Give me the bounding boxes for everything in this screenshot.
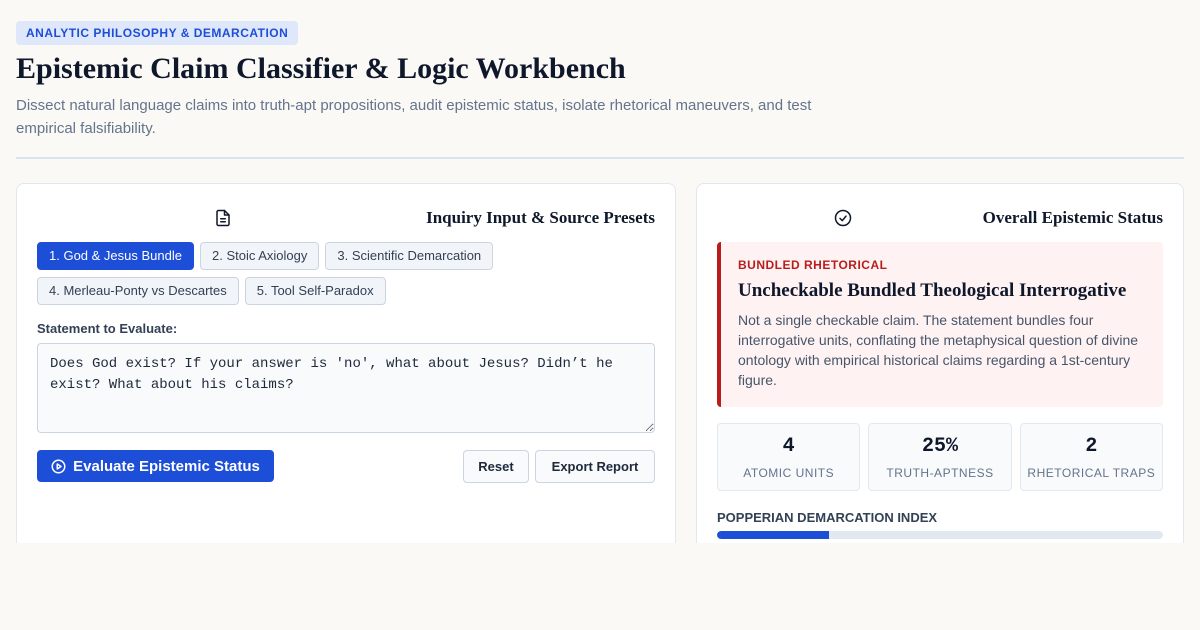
verdict-card: BUNDLED RHETORICAL Uncheckable Bundled T… <box>717 242 1163 407</box>
stat-rhetorical-traps: 2 RHETORICAL TRAPS <box>1019 423 1163 491</box>
preset-stoic-axiology[interactable]: 2. Stoic Axiology <box>199 242 320 270</box>
header-divider <box>16 157 1184 159</box>
input-panel: Inquiry Input & Source Presets 1. God & … <box>16 183 676 563</box>
evaluate-button[interactable]: Evaluate Epistemic Status <box>37 450 274 482</box>
stat-truth-aptness: 25% TRUTH-APTNESS <box>868 423 1012 491</box>
demarcation-index-bar <box>717 531 1163 539</box>
preset-scientific-demarcation[interactable]: 3. Scientific Demarcation <box>325 242 494 270</box>
verdict-kicker: BUNDLED RHETORICAL <box>738 258 888 272</box>
stat-label: TRUTH-APTNESS <box>886 465 994 480</box>
statement-label: Statement to Evaluate: <box>37 321 178 336</box>
stat-atomic-units: 4 ATOMIC UNITS <box>717 423 861 491</box>
document-icon <box>213 208 233 228</box>
category-badge: ANALYTIC PHILOSOPHY & DEMARCATION <box>16 21 299 45</box>
play-circle-icon <box>51 459 66 474</box>
stat-value: 4 <box>782 434 795 458</box>
check-circle-icon <box>833 208 853 228</box>
viewport-cutoff <box>0 543 1200 630</box>
stat-value: 25% <box>921 434 958 458</box>
status-panel-header: Overall Epistemic Status <box>717 206 1163 230</box>
verdict-title: Uncheckable Bundled Theological Interrog… <box>738 280 1127 301</box>
export-report-button[interactable]: Export Report <box>535 450 655 483</box>
page-title: Epistemic Claim Classifier & Logic Workb… <box>16 52 626 85</box>
status-panel: Overall Epistemic Status BUNDLED RHETORI… <box>696 183 1184 563</box>
status-panel-heading: Overall Epistemic Status <box>982 208 1163 227</box>
input-panel-heading: Inquiry Input & Source Presets <box>426 208 655 227</box>
preset-list: 1. God & Jesus Bundle 2. Stoic Axiology … <box>37 242 657 305</box>
stat-value: 2 <box>1085 434 1098 458</box>
input-panel-header: Inquiry Input & Source Presets <box>37 206 655 230</box>
page-subtitle: Dissect natural language claims into tru… <box>16 97 812 137</box>
stats-row: 4 ATOMIC UNITS 25% TRUTH-APTNESS 2 RHETO… <box>717 423 1163 491</box>
demarcation-index-label: POPPERIAN DEMARCATION INDEX <box>717 510 938 525</box>
preset-god-jesus-bundle[interactable]: 1. God & Jesus Bundle <box>37 242 194 270</box>
statement-input[interactable]: Does God exist? If your answer is 'no', … <box>37 343 655 433</box>
demarcation-index-fill <box>717 531 829 539</box>
evaluate-button-label: Evaluate Epistemic Status <box>73 457 260 475</box>
preset-tool-self-paradox[interactable]: 5. Tool Self-Paradox <box>244 277 386 305</box>
verdict-description: Not a single checkable claim. The statem… <box>738 312 1139 388</box>
reset-button[interactable]: Reset <box>463 450 529 483</box>
stat-label: ATOMIC UNITS <box>743 465 835 480</box>
preset-merleau-ponty-vs-descartes[interactable]: 4. Merleau-Ponty vs Descartes <box>37 277 239 305</box>
stat-label: RHETORICAL TRAPS <box>1027 465 1156 480</box>
